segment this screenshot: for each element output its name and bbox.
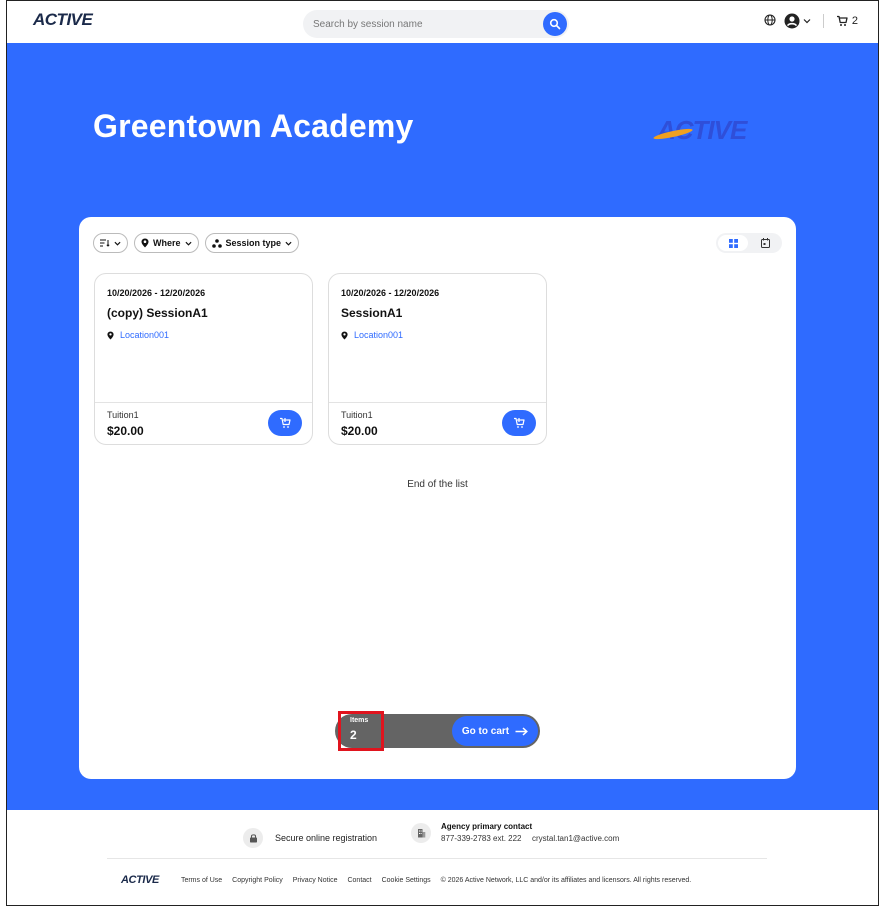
add-to-cart-icon <box>280 417 291 428</box>
footer-divider <box>107 858 767 859</box>
page-title: Greentown Academy <box>93 108 414 144</box>
session-dates: 10/20/2026 - 12/20/2026 <box>341 288 440 298</box>
search-icon <box>549 18 561 30</box>
location-pin-icon <box>107 331 114 339</box>
location-pin-icon <box>141 238 149 248</box>
agency-contact-phone[interactable]: 877-339-2783 ext. 222 <box>441 834 522 843</box>
session-location[interactable]: Location001 <box>107 330 169 340</box>
categories-icon <box>211 238 222 248</box>
agency-contact: Agency primary contact 877-339-2783 ext.… <box>411 822 619 843</box>
page-frame: ACTIVE Search by session name 2 Greentow… <box>6 0 879 906</box>
session-dates: 10/20/2026 - 12/20/2026 <box>107 288 206 298</box>
contact-link[interactable]: Contact <box>347 877 371 884</box>
card-divider <box>329 402 546 403</box>
lock-icon <box>243 828 263 848</box>
page-footer: Secure online registration Agency primar… <box>7 810 878 905</box>
add-to-cart-button[interactable] <box>268 410 302 436</box>
agency-contact-details: Agency primary contact 877-339-2783 ext.… <box>441 822 619 843</box>
building-icon <box>411 822 431 843</box>
cart-items-label: Items <box>350 717 369 724</box>
copyright-text: © 2026 Active Network, LLC and/or its af… <box>440 876 692 884</box>
go-to-cart-button[interactable]: Go to cart <box>452 716 538 746</box>
search-bar <box>303 10 569 38</box>
cart-icon <box>836 15 848 26</box>
calendar-view-button[interactable] <box>750 235 780 251</box>
sessions-panel: Where Session type 10/20/2026 - 12/20/20… <box>79 217 796 779</box>
cart-items-count-box: Items 2 <box>338 711 384 751</box>
sort-button[interactable] <box>93 233 128 253</box>
account-menu-button[interactable] <box>784 13 811 29</box>
active-logo[interactable]: ACTIVE <box>33 10 93 30</box>
footer-active-logo[interactable]: ACTIVE <box>121 874 159 886</box>
session-location-link[interactable]: Location001 <box>354 330 403 340</box>
privacy-notice-link[interactable]: Privacy Notice <box>293 877 338 884</box>
copyright-policy-link[interactable]: Copyright Policy <box>232 877 283 884</box>
secure-registration-text: Secure online registration <box>275 833 378 843</box>
agency-contact-info: 877-339-2783 ext. 222 crystal.tan1@activ… <box>441 834 619 843</box>
cart-count: 2 <box>851 15 858 27</box>
cart-button[interactable]: 2 <box>836 15 858 27</box>
terms-of-use-link[interactable]: Terms of Use <box>181 877 222 884</box>
location-pin-icon <box>341 331 348 339</box>
add-to-cart-button[interactable] <box>502 410 536 436</box>
agency-contact-title: Agency primary contact <box>441 822 533 831</box>
view-toggle <box>716 233 782 253</box>
where-filter-button[interactable]: Where <box>134 233 199 253</box>
go-to-cart-label: Go to cart <box>461 725 510 737</box>
fee-name: Tuition1 <box>341 410 373 420</box>
fee-name: Tuition1 <box>107 410 139 420</box>
session-type-filter-label: Session type <box>225 238 282 248</box>
session-name[interactable]: (copy) SessionA1 <box>107 306 208 320</box>
session-type-filter-button[interactable]: Session type <box>204 233 300 253</box>
card-divider <box>95 402 312 403</box>
search-input[interactable] <box>313 14 533 34</box>
top-navbar: ACTIVE Search by session name 2 <box>7 1 878 43</box>
chevron-down-icon <box>803 19 811 24</box>
footer-links: ACTIVE Terms of Use Copyright Policy Pri… <box>121 874 691 886</box>
cookie-settings-link[interactable]: Cookie Settings <box>382 877 431 884</box>
session-card[interactable]: 10/20/2026 - 12/20/2026 (copy) SessionA1… <box>94 273 313 445</box>
organization-logo-text: ACTIVE <box>657 115 747 145</box>
cart-summary-bar: Items 2 Go to cart <box>335 711 540 751</box>
end-of-list-text: End of the list <box>407 479 468 490</box>
organization-logo: ACTIVE <box>652 115 747 146</box>
secure-registration: Secure online registration <box>243 828 377 848</box>
filter-bar: Where Session type <box>93 233 300 253</box>
calendar-icon <box>760 238 770 248</box>
search-button[interactable] <box>543 12 567 36</box>
session-location-link[interactable]: Location001 <box>120 330 169 340</box>
language-button[interactable] <box>764 13 776 29</box>
arrow-right-icon <box>515 726 529 736</box>
session-card[interactable]: 10/20/2026 - 12/20/2026 SessionA1 Locati… <box>328 273 547 445</box>
session-name[interactable]: SessionA1 <box>341 306 402 320</box>
chevron-down-icon <box>114 241 121 246</box>
cart-items-count: 2 <box>350 728 357 742</box>
nav-divider <box>822 14 824 28</box>
globe-icon <box>764 13 776 26</box>
sort-icon <box>100 239 110 247</box>
user-icon <box>784 13 800 29</box>
fee-price: $20.00 <box>341 424 378 438</box>
add-to-cart-icon <box>514 417 525 428</box>
where-filter-label: Where <box>153 238 181 248</box>
fee-price: $20.00 <box>107 424 144 438</box>
chevron-down-icon <box>285 241 292 246</box>
grid-view-button[interactable] <box>718 235 748 251</box>
nav-actions: 2 <box>764 13 858 29</box>
session-location[interactable]: Location001 <box>341 330 403 340</box>
agency-contact-email[interactable]: crystal.tan1@active.com <box>532 834 619 843</box>
grid-icon <box>728 238 738 248</box>
chevron-down-icon <box>184 241 192 246</box>
